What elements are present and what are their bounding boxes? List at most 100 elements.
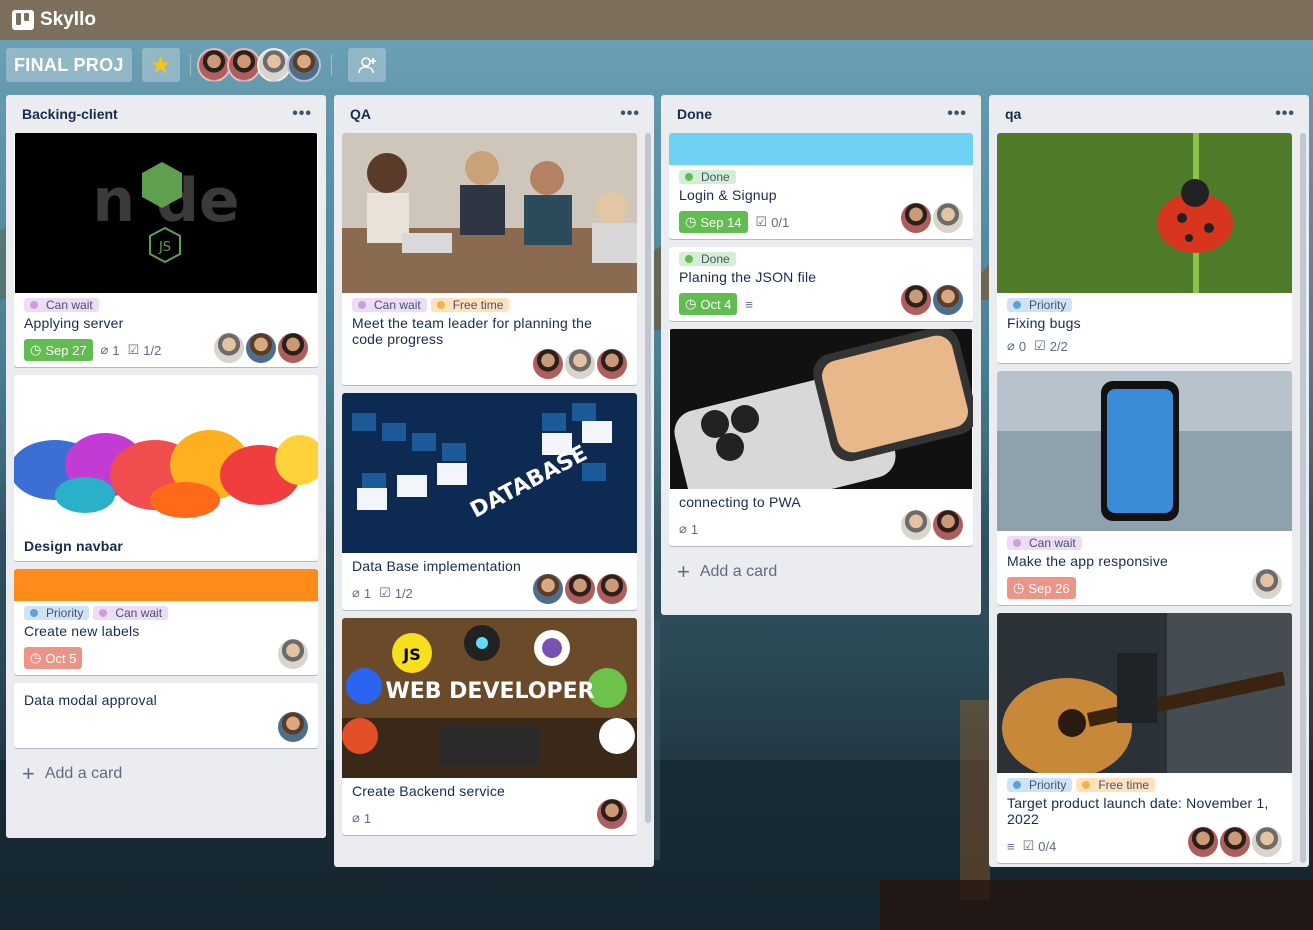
avatar[interactable] (597, 349, 627, 379)
list-menu-icon[interactable]: ••• (1275, 105, 1295, 123)
orange-cover (14, 569, 318, 601)
attachment-badge: ⌀ 0 (1007, 338, 1027, 354)
card[interactable]: connecting to PWA ⌀ 1 (669, 329, 973, 546)
avatar[interactable] (597, 799, 627, 829)
card-title: Create new labels (24, 623, 140, 639)
phone-lake-cover (997, 371, 1292, 531)
avatar[interactable] (565, 574, 595, 604)
avatar[interactable] (565, 349, 595, 379)
guitar-cover (997, 613, 1292, 773)
blue-cover (669, 133, 973, 165)
board-members[interactable] (196, 48, 321, 82)
avatar[interactable] (278, 333, 308, 363)
avatar[interactable] (256, 48, 291, 82)
card[interactable]: Can wait Free time Meet the team leader … (342, 133, 637, 385)
board-logo-icon (12, 10, 34, 30)
avatar[interactable] (1188, 827, 1218, 857)
add-card-button[interactable]: + Add a card (669, 554, 973, 590)
list-title[interactable]: QA (350, 106, 371, 122)
avatar[interactable] (278, 712, 308, 742)
card[interactable]: Can wait Make the app responsive ◷ Sep 26 (997, 371, 1292, 605)
description-icon: ≡ (745, 296, 754, 312)
invite-member-button[interactable] (347, 48, 386, 82)
add-card-button[interactable]: + Add a card (14, 756, 318, 792)
label-done: Done (679, 252, 736, 266)
label-priority: Priority (24, 606, 90, 620)
due-date-badge[interactable]: ◷ Oct 4 (679, 293, 738, 315)
card[interactable]: JS WEB DEVELOPER Create Backend service … (342, 618, 637, 835)
checklist-badge: ☑ 1/2 (127, 342, 162, 358)
avatar[interactable] (901, 203, 931, 233)
card[interactable]: Data modal approval (14, 683, 318, 748)
board-title[interactable]: FINAL PROJ (6, 48, 132, 82)
card-title: Target product launch date: November 1, … (1007, 795, 1269, 827)
avatar[interactable] (214, 333, 244, 363)
paperclip-icon: ⌀ (352, 810, 360, 825)
web-developer-cover-text: WEB DEVELOPER (385, 679, 594, 704)
due-date-badge[interactable]: ◷ Sep 27 (24, 339, 93, 361)
due-date-badge[interactable]: ◷ Sep 14 (679, 211, 748, 233)
list-menu-icon[interactable]: ••• (947, 105, 967, 123)
avatar[interactable] (286, 48, 321, 82)
avatar[interactable] (933, 510, 963, 540)
label-done: Done (679, 170, 736, 184)
card-title: Fixing bugs (1007, 315, 1081, 331)
avatar[interactable] (901, 285, 931, 315)
paperclip-icon: ⌀ (1007, 338, 1015, 353)
iphone-cover (670, 329, 973, 489)
card-title: Data modal approval (24, 692, 157, 708)
avatar[interactable] (597, 574, 627, 604)
card-title: Design navbar (24, 538, 124, 554)
scrollbar[interactable] (645, 133, 651, 823)
paperclip-icon: ⌀ (100, 342, 109, 357)
card[interactable]: Priority Can wait Create new labels ◷ Oct… (14, 569, 318, 675)
app-logo[interactable]: Skyllo (12, 9, 96, 31)
card[interactable]: Design navbar (14, 375, 318, 561)
card-title: Make the app responsive (1007, 553, 1169, 569)
clock-icon: ◷ (1013, 580, 1025, 595)
list-menu-icon[interactable]: ••• (292, 105, 312, 123)
avatar[interactable] (901, 510, 931, 540)
description-icon: ≡ (1007, 838, 1015, 854)
clock-icon: ◷ (30, 342, 42, 357)
list-done: Done ••• Done Login & Signup ◷ Sep 14 ☑ 0/… (661, 95, 981, 615)
avatar[interactable] (246, 333, 276, 363)
attachment-badge: ⌀ 1 (100, 342, 120, 358)
avatar[interactable] (1220, 827, 1250, 857)
list-menu-icon[interactable]: ••• (620, 105, 640, 123)
label-priority: Priority (1007, 298, 1073, 312)
checkbox-icon: ☑ (379, 585, 391, 600)
card[interactable]: Priority Fixing bugs ⌀ 0 ☑ 2/2 (997, 133, 1292, 363)
app-name: Skyllo (40, 9, 96, 30)
avatar[interactable] (933, 203, 963, 233)
card[interactable]: Done Planing the JSON file ◷ Oct 4 ≡ (669, 247, 973, 321)
board-header: FINAL PROJ ★ (6, 47, 386, 83)
avatar[interactable] (1252, 827, 1282, 857)
scrollbar[interactable] (1300, 133, 1306, 863)
card[interactable]: n de JS Can wait Applying server ◷ Sep 27… (14, 133, 318, 367)
list-title[interactable]: Backing-client (22, 106, 118, 122)
checkbox-icon: ☑ (755, 214, 768, 229)
label-free-time: Free time (430, 298, 510, 312)
card[interactable]: Done Login & Signup ◷ Sep 14 ☑ 0/1 (669, 133, 973, 239)
avatar[interactable] (226, 48, 261, 82)
avatar[interactable] (533, 349, 563, 379)
due-date-badge[interactable]: ◷ Oct 5 (24, 647, 83, 669)
avatar[interactable] (533, 574, 563, 604)
star-button[interactable]: ★ (141, 48, 180, 82)
clock-icon: ◷ (30, 650, 42, 665)
avatar[interactable] (278, 639, 308, 669)
card[interactable]: DATABASE Data Base implementation ⌀ 1 ☑ 1/… (342, 393, 637, 610)
app-header: Skyllo (0, 0, 1313, 40)
avatar[interactable] (1252, 569, 1282, 599)
card[interactable]: Priority Free time Target product launch… (997, 613, 1292, 863)
list-title[interactable]: Done (677, 106, 712, 122)
divider (330, 54, 332, 76)
avatar[interactable] (196, 48, 231, 82)
due-date-badge[interactable]: ◷ Sep 26 (1007, 577, 1076, 599)
ladybug-cover (997, 133, 1292, 293)
checkbox-icon: ☑ (127, 342, 140, 357)
list-title[interactable]: qa (1005, 106, 1021, 122)
star-icon: ★ (149, 51, 172, 79)
avatar[interactable] (933, 285, 963, 315)
